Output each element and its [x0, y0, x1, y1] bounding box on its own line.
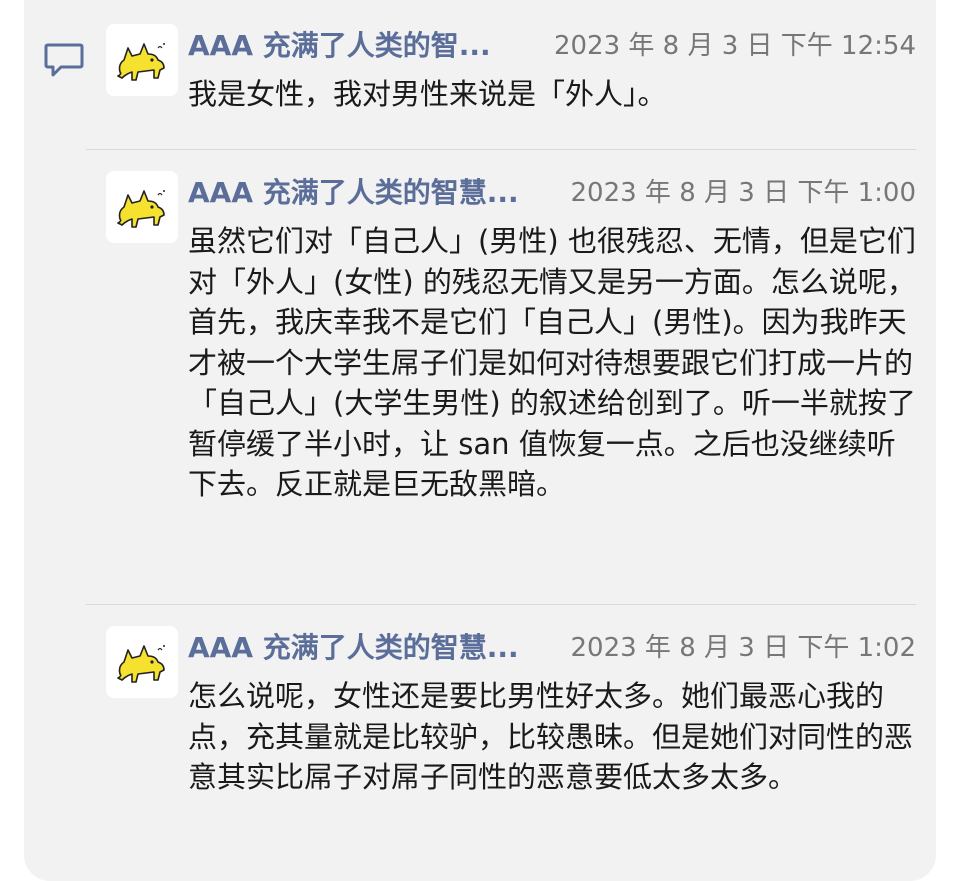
- comment-icon[interactable]: [44, 42, 84, 78]
- yellow-cat-avatar-icon: [117, 43, 165, 81]
- avatar[interactable]: [106, 171, 178, 243]
- avatar[interactable]: [106, 626, 178, 698]
- reply-author[interactable]: AAA 充满了人类的智慧...: [188, 173, 519, 213]
- reply-timestamp: 2023 年 8 月 3 日 下午 1:02: [570, 633, 917, 663]
- yellow-cat-avatar-icon: [117, 645, 165, 683]
- yellow-cat-avatar-icon: [117, 190, 165, 228]
- reply-text: 怎么说呢，女性还是要比男性好太多。她们最恶心我的点，充其量就是比较驴，比较愚昧。…: [188, 679, 914, 794]
- reply-text: 我是女性，我对男性来说是「外人」。: [188, 77, 667, 111]
- reply-author[interactable]: AAA 充满了人类的智慧...: [188, 628, 519, 668]
- avatar[interactable]: [106, 24, 178, 96]
- reply-timestamp: 2023 年 8 月 3 日 下午 12:54: [553, 31, 916, 61]
- reply-item[interactable]: AAA 充满了人类的智慧... 2023 年 8 月 3 日 下午 1:02 怎…: [106, 626, 916, 866]
- divider: [86, 604, 916, 605]
- reply-text: 虽然它们对「自己人」(男性) 也很残忍、无情，但是它们对「外人」(女性) 的残忍…: [188, 224, 916, 501]
- reply-item[interactable]: AAA 充满了人类的智慧... 2023 年 8 月 3 日 下午 1:00 虽…: [106, 171, 916, 591]
- divider: [86, 149, 916, 150]
- reply-author[interactable]: AAA 充满了人类的智...: [188, 26, 491, 66]
- reply-item[interactable]: AAA 充满了人类的智... 2023 年 8 月 3 日 下午 12:54 我…: [106, 24, 916, 134]
- reply-timestamp: 2023 年 8 月 3 日 下午 1:00: [570, 178, 917, 208]
